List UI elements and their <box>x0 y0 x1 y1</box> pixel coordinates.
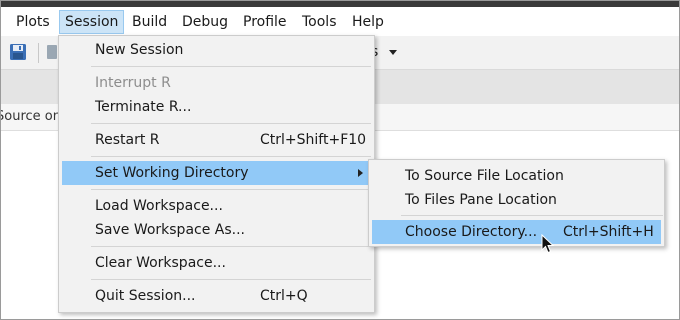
menu-separator <box>91 156 371 157</box>
menu-item-interrupt-r: Interrupt R <box>62 71 371 95</box>
menu-item-label: Terminate R... <box>95 99 192 115</box>
menu-item-shortcut: Ctrl+Q <box>260 288 308 304</box>
menu-build[interactable]: Build <box>126 11 173 33</box>
menu-item-label: Restart R <box>95 132 160 148</box>
menu-item-label: Set Working Directory <box>95 165 249 181</box>
menu-item-label: Load Workspace... <box>95 198 223 214</box>
menu-item-shortcut: Ctrl+Shift+F10 <box>260 132 367 148</box>
app-window: Plots Session Build Debug Profile Tools … <box>0 0 680 320</box>
menu-item-label: Save Workspace As... <box>95 222 246 238</box>
source-on-save-label[interactable]: Source on <box>1 109 61 125</box>
menu-item-shortcut: Ctrl+Shift+H <box>563 224 654 240</box>
menu-separator <box>91 279 371 280</box>
menu-item-set-working-directory[interactable]: Set Working Directory <box>62 161 371 185</box>
menu-item-clear-workspace[interactable]: Clear Workspace... <box>62 251 371 275</box>
toolbar-separator <box>38 43 39 63</box>
menu-item-label: Clear Workspace... <box>95 255 226 271</box>
save-icon[interactable] <box>9 43 27 61</box>
menu-item-label: Quit Session... <box>95 288 196 304</box>
menu-item-new-session[interactable]: New Session <box>62 38 371 62</box>
menu-item-label: New Session <box>95 42 184 58</box>
menu-separator <box>401 215 663 216</box>
menu-separator <box>91 123 371 124</box>
menu-item-choose-directory[interactable]: Choose Directory... Ctrl+Shift+H <box>372 220 661 244</box>
menu-item-restart-r[interactable]: Restart R Ctrl+Shift+F10 <box>62 128 371 152</box>
menu-item-load-workspace[interactable]: Load Workspace... <box>62 194 371 218</box>
chevron-down-icon[interactable] <box>389 50 397 55</box>
menu-help[interactable]: Help <box>346 11 390 33</box>
menu-session[interactable]: Session <box>59 10 125 34</box>
toolbar-print-icon[interactable] <box>47 45 57 59</box>
menu-item-label: Interrupt R <box>95 75 171 91</box>
menu-tools[interactable]: Tools <box>296 11 343 33</box>
chevron-right-icon <box>358 169 363 177</box>
menu-item-save-workspace-as[interactable]: Save Workspace As... <box>62 218 371 242</box>
menu-separator <box>91 189 371 190</box>
menu-item-to-source-file-location[interactable]: To Source File Location <box>372 164 661 188</box>
working-directory-submenu: To Source File Location To Files Pane Lo… <box>368 159 665 247</box>
menu-item-label: Choose Directory... <box>405 224 538 240</box>
menu-item-quit-session[interactable]: Quit Session... Ctrl+Q <box>62 284 371 308</box>
mouse-pointer-icon <box>541 234 555 254</box>
menu-separator <box>91 66 371 67</box>
session-menu: New Session Interrupt R Terminate R... R… <box>58 35 375 313</box>
menu-bar: Plots Session Build Debug Profile Tools … <box>1 7 679 36</box>
menu-plots[interactable]: Plots <box>10 11 56 33</box>
menu-item-to-files-pane-location[interactable]: To Files Pane Location <box>372 188 661 212</box>
menu-item-terminate-r[interactable]: Terminate R... <box>62 95 371 119</box>
menu-debug[interactable]: Debug <box>176 11 234 33</box>
menu-profile[interactable]: Profile <box>237 11 293 33</box>
menu-item-label: To Files Pane Location <box>405 192 557 208</box>
menu-separator <box>91 246 371 247</box>
menu-item-label: To Source File Location <box>405 168 564 184</box>
